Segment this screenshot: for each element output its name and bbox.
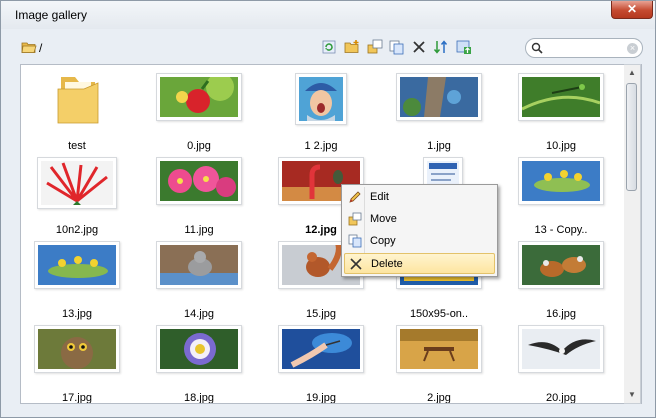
gallery-item[interactable]: 14.jpg	[139, 241, 259, 323]
move-icon	[348, 212, 362, 226]
item-caption: 16.jpg	[546, 308, 576, 320]
menu-item-label: Edit	[370, 191, 389, 203]
window-title: Image gallery	[15, 8, 88, 22]
menu-item-copy[interactable]: Copy	[344, 231, 495, 252]
copy-icon[interactable]	[389, 39, 405, 55]
item-caption: 14.jpg	[184, 308, 214, 320]
search-box[interactable]: ×	[525, 38, 643, 58]
item-caption: 19.jpg	[306, 392, 336, 404]
item-caption: 10.jpg	[546, 140, 576, 152]
delete-icon	[350, 258, 362, 270]
scroll-up-icon[interactable]: ▲	[624, 65, 640, 81]
item-caption: 15.jpg	[306, 308, 336, 320]
pencil-icon	[349, 191, 361, 203]
thumbnail	[518, 157, 604, 205]
gallery-item[interactable]: 16.jpg	[501, 241, 621, 323]
delete-icon[interactable]	[411, 39, 427, 55]
gallery-item[interactable]: 13.jpg	[21, 241, 137, 323]
image-gallery-window: Image gallery ✕ / × test 0.jpg 1 2.jpg 1…	[0, 0, 656, 418]
search-icon	[531, 42, 543, 54]
thumbnail	[396, 325, 482, 373]
gallery-item[interactable]: 10n2.jpg	[21, 157, 137, 239]
folder-open-icon[interactable]	[21, 39, 37, 55]
item-caption: 1.jpg	[427, 140, 451, 152]
item-caption: 150x95-on..	[409, 308, 469, 320]
thumbnail	[156, 157, 242, 205]
thumbnail	[518, 325, 604, 373]
upload-icon[interactable]	[456, 39, 472, 55]
gallery-item[interactable]: 2.jpg	[379, 325, 499, 404]
refresh-icon[interactable]	[321, 39, 337, 55]
gallery-item[interactable]: 10.jpg	[501, 73, 621, 155]
gallery-item[interactable]: 0.jpg	[139, 73, 259, 155]
gallery-item-folder[interactable]: test	[21, 73, 137, 155]
item-caption: 0.jpg	[187, 140, 211, 152]
menu-item-move[interactable]: Move	[344, 209, 495, 230]
gallery-item[interactable]: 13 - Copy..	[501, 157, 621, 239]
item-caption: 17.jpg	[62, 392, 92, 404]
folder-icon	[57, 77, 99, 124]
thumbnail	[518, 241, 604, 289]
gallery-item[interactable]: 17.jpg	[21, 325, 137, 404]
thumbnail	[34, 325, 120, 373]
close-button[interactable]: ✕	[611, 1, 653, 19]
scroll-thumb[interactable]	[626, 83, 637, 191]
thumbnail	[518, 73, 604, 121]
search-input[interactable]	[546, 40, 622, 56]
clear-search-icon[interactable]: ×	[627, 43, 638, 54]
gallery-item[interactable]: 1.jpg	[379, 73, 499, 155]
thumbnail	[34, 241, 120, 289]
copy-icon	[348, 234, 362, 248]
item-caption: 11.jpg	[184, 224, 214, 236]
gallery-item[interactable]: 20.jpg	[501, 325, 621, 404]
vertical-scrollbar[interactable]: ▲ ▼	[624, 64, 641, 404]
new-folder-icon[interactable]	[344, 39, 360, 55]
menu-item-edit[interactable]: Edit	[344, 187, 495, 208]
thumbnail	[295, 73, 347, 125]
move-icon[interactable]	[367, 39, 383, 55]
thumbnail	[37, 157, 117, 209]
item-caption: 1 2.jpg	[304, 140, 338, 152]
item-caption: 13.jpg	[62, 308, 92, 320]
toolbar: / ×	[1, 29, 655, 63]
menu-item-label: Delete	[371, 258, 403, 270]
item-caption: 13 - Copy..	[534, 224, 588, 236]
item-caption: 10n2.jpg	[55, 224, 99, 236]
gallery-item[interactable]: 19.jpg	[261, 325, 381, 404]
thumbnail	[396, 73, 482, 121]
thumbnail	[278, 325, 364, 373]
thumbnail	[156, 241, 242, 289]
gallery-item[interactable]: 1 2.jpg	[261, 73, 381, 155]
current-path: /	[39, 41, 43, 55]
sort-icon[interactable]	[433, 39, 449, 55]
item-caption: 20.jpg	[546, 392, 576, 404]
item-caption: test	[68, 140, 86, 152]
scroll-down-icon[interactable]: ▼	[624, 387, 640, 403]
thumbnail	[156, 73, 242, 121]
thumbnail	[156, 325, 242, 373]
item-caption: 2.jpg	[427, 392, 451, 404]
context-menu: Edit Move Copy Delete	[341, 184, 498, 277]
menu-item-delete[interactable]: Delete	[344, 253, 495, 274]
gallery-grid: test 0.jpg 1 2.jpg 1.jpg 10.jpg 10n2.jpg…	[20, 64, 642, 404]
menu-item-label: Move	[370, 213, 397, 225]
gallery-item[interactable]: 18.jpg	[139, 325, 259, 404]
title-bar[interactable]: Image gallery ✕	[1, 1, 655, 29]
item-caption: 18.jpg	[184, 392, 214, 404]
gallery-item[interactable]: 11.jpg	[139, 157, 259, 239]
menu-item-label: Copy	[370, 235, 396, 247]
